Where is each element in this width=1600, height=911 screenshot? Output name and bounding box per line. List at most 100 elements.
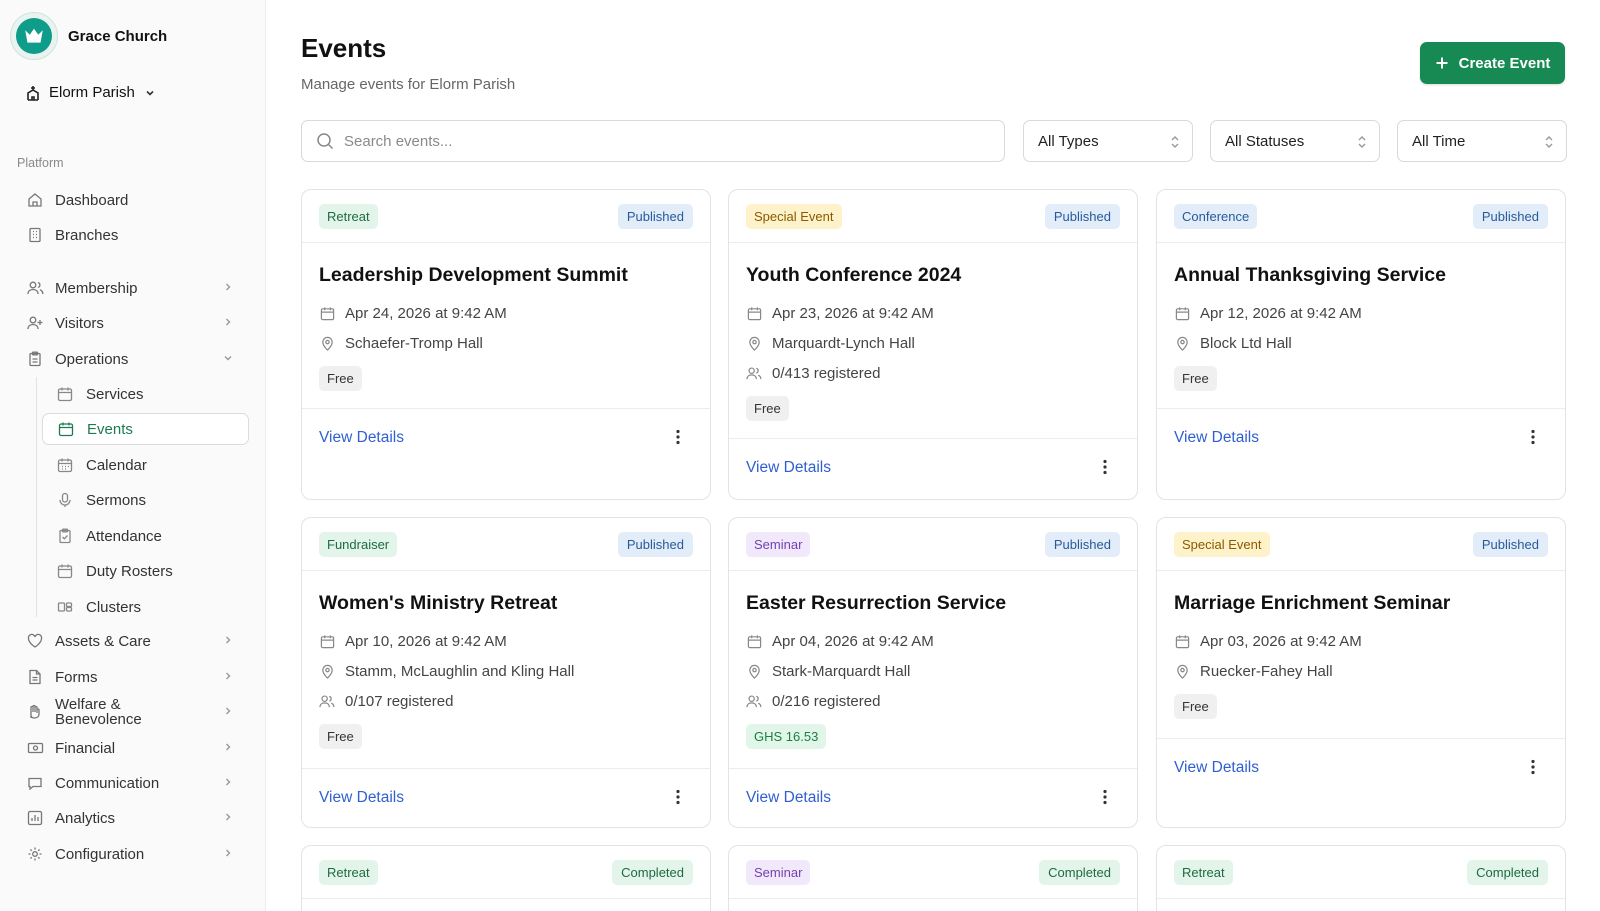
more-vertical-icon[interactable] bbox=[1103, 789, 1107, 805]
building-icon bbox=[26, 226, 44, 244]
subnav-item-events[interactable]: Events bbox=[42, 413, 249, 445]
nav-item-assets-care[interactable]: Assets & Care bbox=[26, 625, 246, 657]
subnav-label: Sermons bbox=[86, 491, 147, 509]
card-header: Retreat Published bbox=[302, 190, 710, 243]
chevron-right-icon bbox=[222, 847, 234, 859]
chevrons-up-down-icon bbox=[1357, 134, 1367, 150]
event-status-badge: Completed bbox=[1467, 860, 1548, 885]
nav-item-analytics[interactable]: Analytics bbox=[26, 802, 246, 834]
price-badge: Free bbox=[746, 396, 789, 421]
type-filter-select[interactable]: All Types bbox=[1023, 120, 1193, 162]
event-location: Marquardt-Lynch Hall bbox=[772, 334, 915, 352]
view-details-link[interactable]: View Details bbox=[319, 429, 404, 447]
gear-icon bbox=[26, 845, 44, 863]
event-location: Block Ltd Hall bbox=[1200, 334, 1292, 352]
chevron-right-icon bbox=[222, 670, 234, 682]
subnav-label: Duty Rosters bbox=[86, 562, 173, 580]
card-footer: View Details bbox=[1157, 738, 1565, 799]
subnav-item-clusters[interactable]: Clusters bbox=[42, 591, 249, 623]
card-header: Retreat Completed bbox=[1157, 846, 1565, 899]
card-header: Fundraiser Published bbox=[302, 518, 710, 571]
view-details-link[interactable]: View Details bbox=[746, 789, 831, 807]
calendar-icon bbox=[319, 305, 335, 321]
user-plus-icon bbox=[26, 314, 44, 332]
message-icon bbox=[26, 774, 44, 792]
event-status-badge: Published bbox=[1472, 204, 1548, 229]
nav-label: Analytics bbox=[55, 809, 116, 827]
submenu-rail bbox=[36, 377, 37, 617]
subnav-label: Clusters bbox=[86, 598, 142, 616]
map-pin-icon bbox=[746, 663, 762, 679]
nav-label: Assets & Care bbox=[55, 632, 151, 650]
subnav-item-sermons[interactable]: Sermons bbox=[42, 484, 249, 516]
clipboard-icon bbox=[26, 350, 44, 368]
subnav-item-attendance[interactable]: Attendance bbox=[42, 520, 249, 552]
event-card: Retreat Completed bbox=[301, 845, 711, 911]
card-header: Retreat Completed bbox=[302, 846, 710, 899]
chevron-right-icon bbox=[222, 741, 234, 753]
event-location: Stamm, McLaughlin and Kling Hall bbox=[345, 662, 575, 680]
event-date-row: Apr 03, 2026 at 9:42 AM bbox=[1174, 626, 1548, 656]
more-vertical-icon[interactable] bbox=[676, 429, 680, 445]
event-date-row: Apr 12, 2026 at 9:42 AM bbox=[1174, 298, 1548, 328]
more-vertical-icon[interactable] bbox=[676, 789, 680, 805]
event-type-badge: Seminar bbox=[746, 532, 811, 557]
nav-item-communication[interactable]: Communication bbox=[26, 767, 246, 799]
subnav-label: Attendance bbox=[86, 527, 162, 545]
event-card: Fundraiser Published Women's Ministry Re… bbox=[301, 517, 711, 828]
subnav-item-services[interactable]: Services bbox=[42, 378, 249, 410]
nav-item-welfare-benevolence[interactable]: Welfare & Benevolence bbox=[26, 692, 246, 732]
nav-label: Communication bbox=[55, 774, 160, 792]
event-registration-row: 0/107 registered bbox=[319, 686, 693, 716]
view-details-link[interactable]: View Details bbox=[319, 789, 404, 807]
event-type-badge: Fundraiser bbox=[319, 532, 398, 557]
nav-label: Configuration bbox=[55, 845, 145, 863]
file-icon bbox=[26, 668, 44, 686]
nav-item-dashboard[interactable]: Dashboard bbox=[26, 184, 246, 216]
card-footer: View Details bbox=[729, 438, 1137, 499]
nav-item-membership[interactable]: Membership bbox=[26, 272, 246, 304]
event-card: Retreat Published Leadership Development… bbox=[301, 189, 711, 500]
nav-item-visitors[interactable]: Visitors bbox=[26, 307, 246, 339]
subnav-item-duty-rosters[interactable]: Duty Rosters bbox=[42, 555, 249, 587]
home-icon bbox=[26, 191, 44, 209]
event-location: Ruecker-Fahey Hall bbox=[1200, 662, 1333, 680]
create-event-button[interactable]: Create Event bbox=[1420, 42, 1565, 84]
time-filter-select[interactable]: All Time bbox=[1397, 120, 1567, 162]
parish-selector[interactable]: Elorm Parish bbox=[26, 84, 156, 101]
status-filter-select[interactable]: All Statuses bbox=[1210, 120, 1380, 162]
search-input[interactable] bbox=[344, 132, 964, 150]
more-vertical-icon[interactable] bbox=[1531, 759, 1535, 775]
nav-item-forms[interactable]: Forms bbox=[26, 661, 246, 693]
parish-name: Elorm Parish bbox=[49, 84, 135, 101]
more-vertical-icon[interactable] bbox=[1103, 459, 1107, 475]
event-location: Schaefer-Tromp Hall bbox=[345, 334, 483, 352]
brand[interactable]: Grace Church bbox=[10, 12, 167, 60]
chevron-right-icon bbox=[222, 316, 234, 328]
event-type-badge: Retreat bbox=[1174, 860, 1233, 885]
clipboard-check-icon bbox=[56, 527, 74, 545]
view-details-link[interactable]: View Details bbox=[1174, 429, 1259, 447]
nav-item-financial[interactable]: Financial bbox=[26, 732, 246, 764]
event-date: Apr 12, 2026 at 9:42 AM bbox=[1200, 304, 1362, 322]
chevrons-up-down-icon bbox=[1544, 134, 1554, 150]
users-icon bbox=[319, 693, 335, 709]
event-card: Seminar Completed bbox=[728, 845, 1138, 911]
nav-item-operations[interactable]: Operations bbox=[26, 343, 246, 375]
nav-item-branches[interactable]: Branches bbox=[26, 219, 246, 251]
nav-item-configuration[interactable]: Configuration bbox=[26, 838, 246, 870]
more-vertical-icon[interactable] bbox=[1531, 429, 1535, 445]
chevron-right-icon bbox=[222, 281, 234, 293]
nav-label: Dashboard bbox=[55, 191, 129, 209]
subnav-label: Calendar bbox=[86, 456, 147, 474]
subnav-item-calendar[interactable]: Calendar bbox=[42, 449, 249, 481]
event-status-badge: Published bbox=[617, 532, 693, 557]
view-details-link[interactable]: View Details bbox=[746, 459, 831, 477]
crown-icon bbox=[16, 18, 52, 54]
search-box[interactable] bbox=[301, 120, 1005, 162]
price-badge: Free bbox=[319, 724, 362, 749]
view-details-link[interactable]: View Details bbox=[1174, 759, 1259, 777]
event-status-badge: Published bbox=[617, 204, 693, 229]
calendar-icon bbox=[1174, 305, 1190, 321]
users-icon bbox=[746, 365, 762, 381]
